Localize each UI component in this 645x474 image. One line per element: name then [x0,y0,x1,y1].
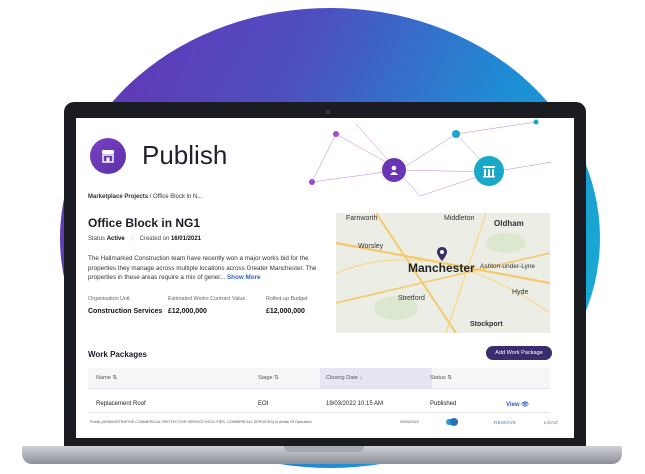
eye-icon: 👁 [521,402,529,408]
sub-row-date: 03/05/2022 [400,420,420,424]
breadcrumb-separator: / [149,194,152,200]
screen-network-graphic [309,119,553,197]
project-description: The Hallmarked Construction team have re… [88,254,324,283]
status-label: Status [88,236,106,242]
page-title: Publish [142,140,228,170]
column-header-stage[interactable]: Stage ⇅ [258,375,279,381]
map-label: Stockport [470,321,503,328]
table-header: Name ⇅ Stage ⇅ Closing Date ↓ Status ⇅ [88,368,550,389]
org-unit-label: Organisation Unit [88,296,130,302]
project-title: Office Block in NG1 [88,216,201,230]
cell-status: Published [430,401,457,407]
budget-label: Rolled-up Budget [266,296,308,302]
map-label: Manchester [408,261,475,275]
show-more-link[interactable]: Show More [227,274,261,281]
remove-link[interactable]: REMOVE [494,420,516,425]
description-text: The Hallmarked Construction team have re… [88,255,317,281]
est-value-label: Estimated Works Contract Value [168,296,246,302]
map-label: Ashton-under-Lyne [480,263,536,270]
sort-icon: ↓ [359,375,363,381]
created-label: Created on [139,236,170,242]
map-label: Stretford [398,295,425,302]
view-link[interactable]: View 👁 [506,401,529,408]
work-packages-heading: Work Packages [88,350,147,359]
map-label: Farnworth [346,215,378,222]
breadcrumb-current: Office Block in N... [153,194,203,200]
budget-value: £12,000,000 [266,308,305,315]
app-screen: Publish Marketplace Projects / Office Bl… [76,118,574,438]
status-value: Active [106,236,125,242]
column-header-closing-date[interactable]: Closing Date ↓ [326,375,362,381]
column-header-name[interactable]: Name ⇅ [96,375,117,381]
breadcrumb: Marketplace Projects / Office Block in N… [88,194,202,200]
map-label: Hyde [512,289,529,296]
cell-stage: EOI [258,401,269,407]
location-map[interactable]: Farnworth Middleton Oldham Worsley Manch… [336,213,550,333]
sort-icon: ⇅ [112,375,118,381]
est-value-value: £12,000,000 [168,308,207,315]
laptop-notch [284,446,364,452]
store-icon [90,138,126,174]
map-label: Middleton [444,215,475,222]
map-label: Worsley [358,243,384,250]
project-status-line: Status Active | Created on 16/01/2021 [88,236,201,242]
row-divider [88,412,550,413]
created-value: 16/01/2021 [170,236,201,242]
org-unit-value: Construction Services [88,308,163,315]
cell-closing-date: 19/03/2022 10:15 AM [326,401,384,407]
load-link[interactable]: LOAD [544,420,558,425]
column-header-status[interactable]: Status ⇅ [430,375,452,381]
breadcrumb-root[interactable]: Marketplace Projects [88,194,148,200]
cell-name: Replacement Roof [96,401,146,407]
user-node-icon [382,158,406,182]
sort-icon: ⇅ [274,375,279,381]
building-node-icon [474,156,504,186]
add-work-package-button[interactable]: Add Work Package [486,346,552,360]
laptop-camera [326,110,330,114]
map-label: Oldham [494,219,524,228]
publish-toggle[interactable] [446,418,458,426]
sub-row-description: Public (ADMINISTRATIVE COMMERCIAL PROTEC… [90,420,312,424]
map-pin-icon [437,247,447,261]
sort-icon: ⇅ [447,375,453,381]
